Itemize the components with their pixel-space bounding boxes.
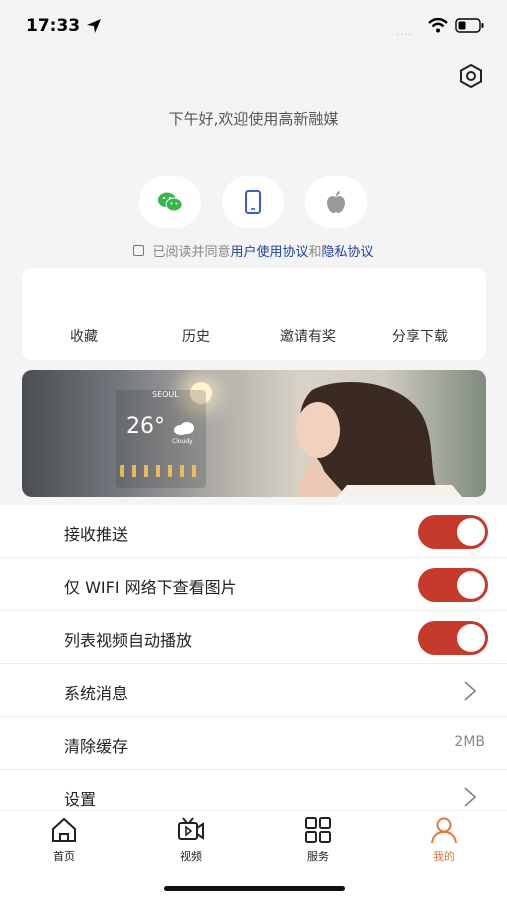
toggle-knob	[457, 571, 485, 599]
apple-icon	[327, 191, 345, 213]
agreement-and: 和	[308, 245, 322, 260]
share-download-button[interactable]: 分享下载	[364, 326, 476, 346]
push-toggle[interactable]	[418, 515, 488, 549]
phone-icon	[245, 190, 261, 214]
chevron-right-icon	[464, 787, 477, 807]
wifi-images-setting-row: 仅 WIFI 网络下查看图片	[0, 558, 507, 611]
wifi-images-toggle[interactable]	[418, 568, 488, 602]
cache-size-value: 2MB	[454, 734, 485, 750]
tab-video[interactable]: 视频	[151, 815, 231, 871]
settings-list: 接收推送 仅 WIFI 网络下查看图片 列表视频自动播放 系统消息 清除缓存 2…	[0, 505, 507, 810]
push-label: 接收推送	[64, 525, 129, 544]
greeting-text: 下午好,欢迎使用高新融媒	[168, 110, 339, 128]
tab-home[interactable]: 首页	[24, 815, 104, 871]
home-indicator	[164, 886, 345, 891]
tab-home-label: 首页	[53, 850, 75, 863]
phone-login-button[interactable]	[222, 176, 284, 228]
toggle-knob	[457, 624, 485, 652]
tab-mine[interactable]: 我的	[404, 815, 484, 871]
quick-actions-card: 收藏 历史 邀请有奖 分享下载	[22, 268, 486, 360]
wechat-login-button[interactable]	[139, 176, 201, 228]
tab-services-label: 服务	[307, 850, 329, 863]
wifi-images-label: 仅 WIFI 网络下查看图片	[64, 578, 237, 597]
banner-person-image	[296, 382, 462, 497]
video-icon	[178, 817, 204, 840]
push-setting-row: 接收推送	[0, 505, 507, 558]
autoplay-setting-row: 列表视频自动播放	[0, 611, 507, 664]
history-button[interactable]: 历史	[140, 326, 252, 346]
status-time: 17:33	[26, 16, 81, 36]
banner-weather-forecast	[120, 465, 200, 477]
signal-icon: ....	[396, 27, 413, 38]
toggle-knob	[457, 518, 485, 546]
autoplay-toggle[interactable]	[418, 621, 488, 655]
agreement-checkbox[interactable]	[133, 245, 145, 256]
user-agreement-link[interactable]: 用户使用协议	[230, 241, 308, 260]
battery-icon	[455, 18, 484, 33]
privacy-policy-link[interactable]: 隐私协议	[322, 241, 374, 260]
system-messages-row[interactable]: 系统消息	[0, 664, 507, 717]
agreement-row: 已阅读并同意 用户使用协议 和 隐私协议	[0, 241, 507, 260]
settings-gear-button[interactable]	[457, 62, 485, 90]
banner-weather-city: SEOUL	[152, 390, 179, 399]
wechat-icon	[158, 192, 183, 212]
chevron-right-icon	[464, 681, 477, 701]
favorites-button[interactable]: 收藏	[28, 326, 140, 346]
tab-mine-label: 我的	[433, 850, 455, 863]
promo-banner[interactable]: SEOUL 26° Cloudy	[22, 370, 486, 497]
home-icon	[52, 817, 76, 842]
banner-weather-temp: 26°	[126, 414, 165, 439]
cloud-icon	[174, 422, 194, 435]
wifi-icon	[428, 18, 448, 33]
location-arrow-icon	[87, 19, 101, 33]
user-icon	[431, 817, 457, 844]
agreement-prefix: 已阅读并同意	[152, 245, 231, 260]
settings-label: 设置	[64, 790, 97, 809]
status-bar: 17:33 ....	[0, 0, 507, 52]
apple-login-button[interactable]	[305, 176, 367, 228]
invite-reward-button[interactable]: 邀请有奖	[252, 326, 364, 346]
clear-cache-label: 清除缓存	[64, 737, 129, 756]
autoplay-label: 列表视频自动播放	[64, 631, 193, 650]
clear-cache-row[interactable]: 清除缓存 2MB	[0, 717, 507, 770]
tab-video-label: 视频	[180, 850, 202, 863]
system-messages-label: 系统消息	[64, 684, 129, 703]
hexagon-settings-icon	[460, 63, 482, 89]
grid-icon	[305, 817, 331, 843]
banner-weather-sub: Cloudy	[172, 438, 193, 445]
tab-services[interactable]: 服务	[278, 815, 358, 871]
